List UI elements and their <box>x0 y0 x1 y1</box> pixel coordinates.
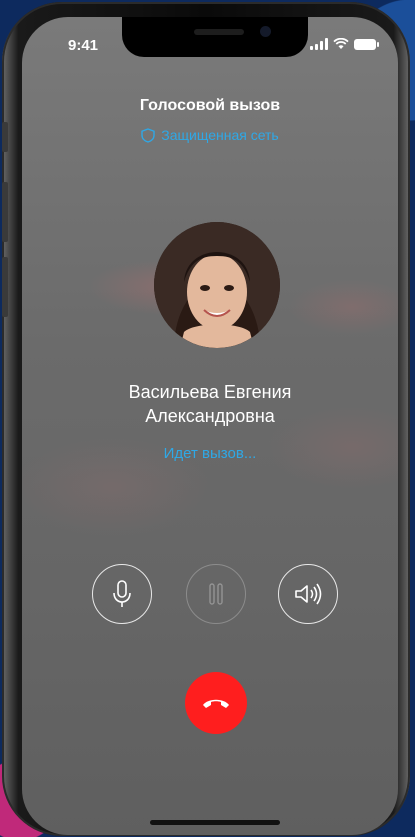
secure-network-label: Защищенная сеть <box>161 127 279 143</box>
caller-avatar <box>154 222 280 348</box>
phone-hangup-icon <box>203 699 229 708</box>
mute-button[interactable] <box>92 564 152 624</box>
call-title: Голосовой вызов <box>139 97 281 114</box>
earpiece-speaker <box>194 29 244 35</box>
hold-button[interactable] <box>186 564 246 624</box>
caller-photo <box>154 222 280 348</box>
phone-frame: 9:41 Голосовой вызов Защищенная сеть Вас… <box>2 2 410 836</box>
end-call-button[interactable] <box>185 672 247 734</box>
caller-name-line2: Александровна <box>145 406 275 426</box>
volume-up-button <box>2 182 8 242</box>
notch <box>122 17 308 57</box>
battery-icon <box>354 39 379 50</box>
call-status: Идет вызов... <box>163 445 257 462</box>
caller-name-line1: Васильева Евгения <box>128 382 292 402</box>
volume-down-button <box>2 257 8 317</box>
status-time: 9:41 <box>68 37 99 54</box>
speaker-icon <box>295 583 322 605</box>
secure-network-indicator: Защищенная сеть <box>22 127 398 143</box>
front-camera <box>260 26 271 37</box>
caller-name: Васильева Евгения Александровна <box>22 380 398 428</box>
speaker-button[interactable] <box>278 564 338 624</box>
status-icons <box>310 38 379 50</box>
microphone-icon <box>113 580 131 607</box>
wifi-icon <box>333 38 349 49</box>
pause-icon <box>209 583 223 605</box>
shield-icon <box>141 127 155 143</box>
call-screen: 9:41 Голосовой вызов Защищенная сеть Вас… <box>22 17 398 835</box>
home-indicator[interactable] <box>150 820 280 825</box>
silent-switch <box>2 122 8 152</box>
signal-icon <box>310 38 328 50</box>
